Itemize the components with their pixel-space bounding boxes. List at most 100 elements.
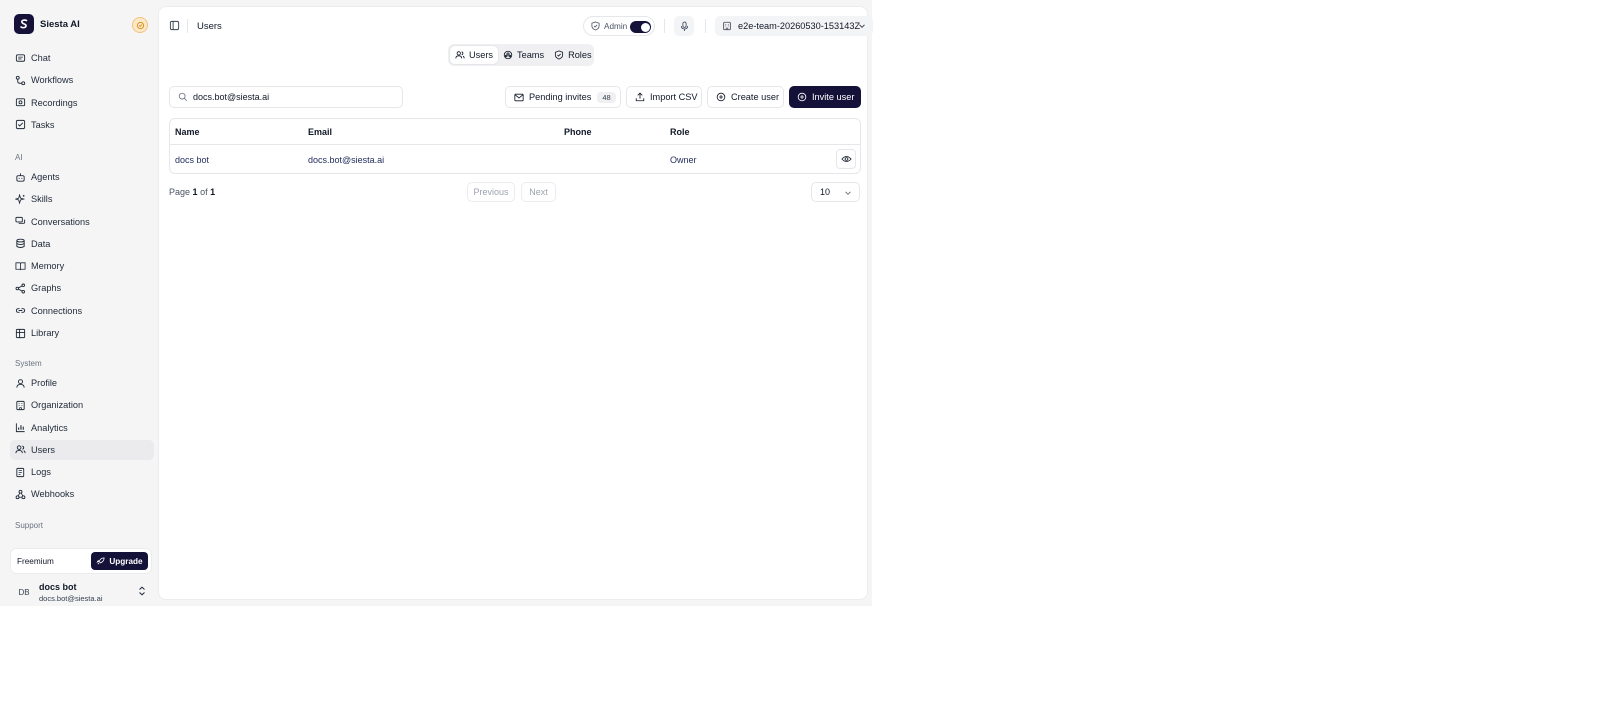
sidebar-item-tasks[interactable]: Tasks xyxy=(10,115,154,135)
plan-card: Freemium Upgrade xyxy=(10,548,152,574)
user-menu[interactable]: DB docs bot docs.bot@siesta.ai xyxy=(10,578,152,606)
nav-primary: Chat Workflows Recordings Tasks xyxy=(10,48,154,137)
workflow-icon xyxy=(15,75,26,85)
section-label-system: System xyxy=(15,359,42,368)
upgrade-button[interactable]: Upgrade xyxy=(91,552,148,570)
sidebar-item-label: Conversations xyxy=(31,216,90,227)
sidebar-item-memory[interactable]: Memory xyxy=(10,256,154,276)
page-indicator: Page 1 of 1 xyxy=(169,187,215,197)
tab-roles[interactable]: Roles xyxy=(549,46,597,64)
eye-icon xyxy=(840,156,852,162)
create-user-button[interactable]: Create user xyxy=(707,86,784,108)
sidebar-item-workflows[interactable]: Workflows xyxy=(10,70,154,90)
sidebar-item-users[interactable]: Users xyxy=(10,439,154,460)
sidebar-item-agents[interactable]: Agents xyxy=(10,167,154,187)
sidebar-item-label: Library xyxy=(31,328,60,339)
sidebar-item-logs[interactable]: Logs xyxy=(10,462,154,482)
sidebar-item-label: Users xyxy=(31,444,55,455)
invite-user-button[interactable]: Invite user xyxy=(789,86,861,108)
sidebar-item-skills[interactable]: Skills xyxy=(10,189,154,209)
building-icon xyxy=(16,400,25,410)
cell-name: docs bot xyxy=(175,155,210,165)
sidebar-item-connections[interactable]: Connections xyxy=(10,301,154,321)
team-selector[interactable]: e2e-team-20260530-153143Z xyxy=(715,16,873,36)
brand-name: Siesta AI xyxy=(40,18,80,30)
invite-user-label: Invite user xyxy=(812,92,855,102)
plus-circle-icon xyxy=(716,92,726,102)
brand-logo-icon xyxy=(14,14,34,34)
pending-invites-button[interactable]: Pending invites 48 xyxy=(505,86,621,108)
tab-users[interactable]: Users xyxy=(450,46,498,64)
upgrade-label: Upgrade xyxy=(109,556,143,566)
sparkles-icon xyxy=(15,193,26,205)
column-header-name[interactable]: Name xyxy=(175,127,200,137)
sidebar-item-label: Organization xyxy=(31,400,84,411)
search-input[interactable] xyxy=(193,92,393,102)
sidebar-item-analytics[interactable]: Analytics xyxy=(10,418,154,438)
column-header-phone[interactable]: Phone xyxy=(564,127,592,137)
page-size-select[interactable]: 10 xyxy=(811,182,860,202)
sidebar-item-recordings[interactable]: Recordings xyxy=(10,93,154,113)
team-name: e2e-team-20260530-153143Z xyxy=(738,21,861,31)
brand[interactable]: Siesta AI xyxy=(14,14,80,34)
chart-icon xyxy=(15,423,25,433)
tab-teams[interactable]: Teams xyxy=(498,46,549,64)
sidebar-item-label: Graphs xyxy=(31,283,62,294)
column-header-role[interactable]: Role xyxy=(670,127,690,137)
sidebar-item-label: Webhooks xyxy=(31,489,75,500)
sidebar-item-label: Tasks xyxy=(31,119,55,130)
shield-icon xyxy=(555,50,564,60)
sidebar-item-chat[interactable]: Chat xyxy=(10,48,154,68)
user-icon xyxy=(16,378,25,388)
admin-toggle[interactable]: Admin xyxy=(583,16,655,36)
sidebar-item-profile[interactable]: Profile xyxy=(10,373,154,393)
chat-icon xyxy=(15,53,26,62)
view-user-button[interactable] xyxy=(836,149,856,169)
sidebar-item-label: Analytics xyxy=(31,422,68,433)
tab-label: Users xyxy=(469,50,493,60)
main-panel: Users Admin e2e-team-20260530-153143Z Us… xyxy=(158,6,873,600)
chevron-down-icon xyxy=(845,191,851,196)
tab-label: Roles xyxy=(568,50,592,60)
sidebar-item-graphs[interactable]: Graphs xyxy=(10,278,154,298)
messages-icon xyxy=(15,217,26,224)
rocket-icon xyxy=(96,556,105,564)
sidebar-item-data[interactable]: Data xyxy=(10,234,154,254)
admin-label: Admin xyxy=(604,21,628,31)
link-icon xyxy=(15,308,26,314)
admin-switch[interactable] xyxy=(630,21,651,33)
sidebar-item-label: Data xyxy=(31,238,51,249)
mail-icon xyxy=(514,93,524,101)
sidebar-toggle-button[interactable] xyxy=(169,20,180,31)
column-header-email[interactable]: Email xyxy=(308,127,332,137)
pending-invites-count: 48 xyxy=(597,91,616,103)
sidebar-item-webhooks[interactable]: Webhooks xyxy=(10,484,154,504)
users-table: Name Email Phone Role docs bot docs.bot@… xyxy=(169,118,861,174)
sidebar-item-organization[interactable]: Organization xyxy=(10,395,154,415)
microphone-button[interactable] xyxy=(674,16,694,36)
previous-page-button[interactable]: Previous xyxy=(467,182,515,202)
search-icon xyxy=(178,92,188,102)
of-word: of xyxy=(200,187,208,197)
app-window: Siesta AI Chat Workflows Recordings Task… xyxy=(0,0,873,606)
sidebar-item-conversations[interactable]: Conversations xyxy=(10,212,154,232)
total-pages: 1 xyxy=(210,187,216,197)
page-header: Users Admin e2e-team-20260530-153143Z xyxy=(159,7,873,45)
header-divider xyxy=(705,19,706,33)
coin-icon[interactable] xyxy=(132,17,148,33)
import-csv-button[interactable]: Import CSV xyxy=(626,86,702,108)
microphone-icon xyxy=(680,21,688,31)
webhook-icon xyxy=(15,489,26,500)
section-label-support: Support xyxy=(15,521,44,530)
upload-icon xyxy=(635,92,645,102)
header-divider xyxy=(187,19,188,33)
next-page-button[interactable]: Next xyxy=(521,182,556,202)
nav-system: Profile Organization Analytics Users Log… xyxy=(10,373,154,507)
avatar: DB xyxy=(18,587,30,597)
graph-icon xyxy=(15,283,25,294)
sidebar-item-label: Logs xyxy=(31,467,51,478)
search-box[interactable] xyxy=(169,86,403,108)
book-icon xyxy=(15,262,26,270)
sidebar-item-library[interactable]: Library xyxy=(10,323,154,343)
import-csv-label: Import CSV xyxy=(650,92,698,102)
